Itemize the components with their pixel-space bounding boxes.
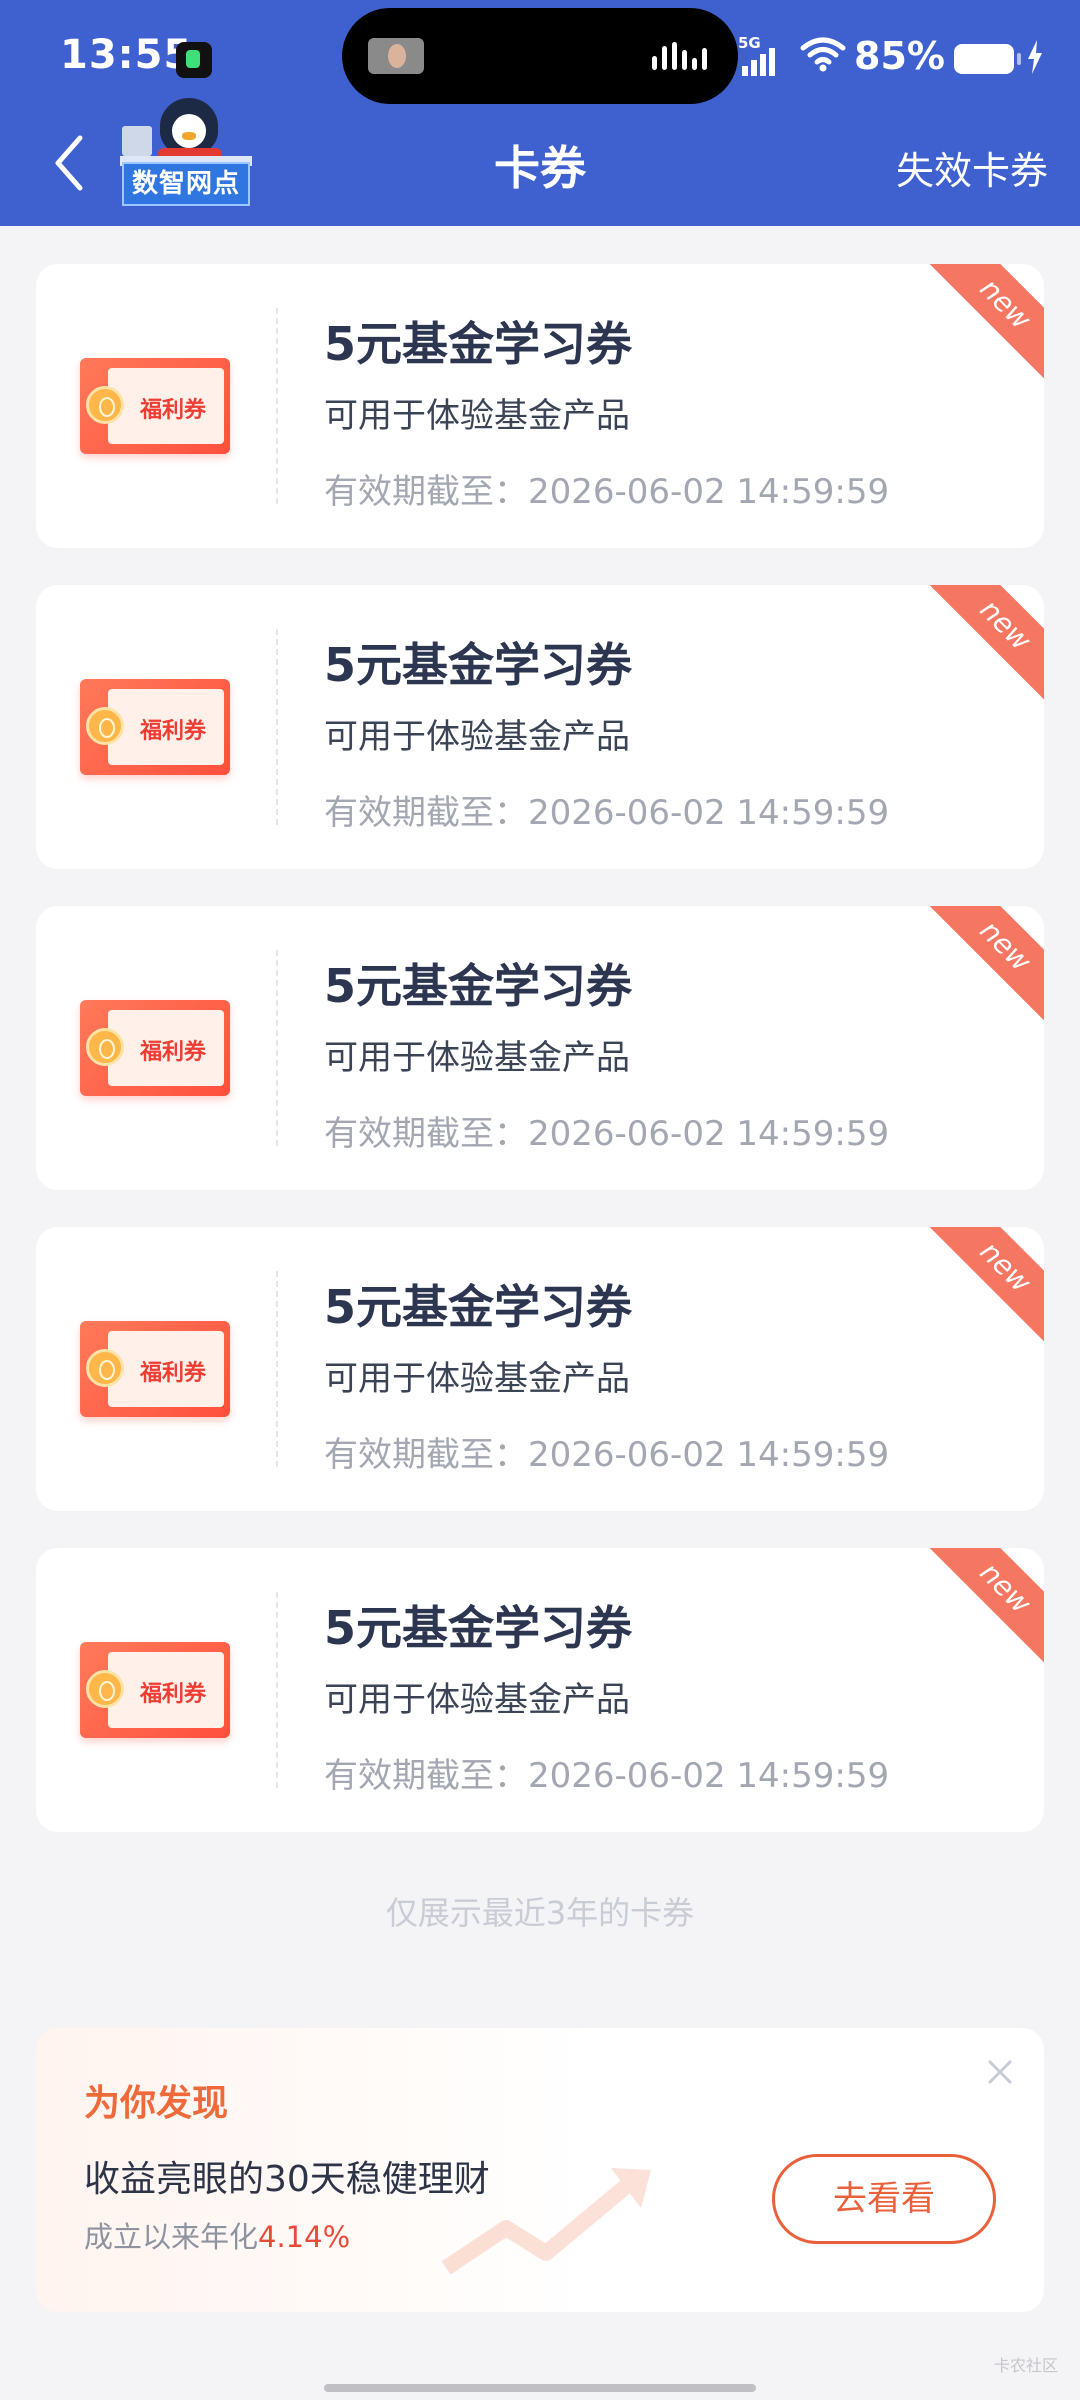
home-indicator[interactable] <box>324 2384 756 2392</box>
dashed-divider <box>276 1592 278 1788</box>
promo-card[interactable]: 为你发现 收益亮眼的30天稳健理财 成立以来年化4.14% 去看看 <box>36 2028 1044 2312</box>
coupon-art-label: 福利券 <box>140 398 207 423</box>
coupon-title: 5元基金学习券 <box>324 1280 633 1334</box>
dashed-divider <box>276 629 278 825</box>
coupon-card[interactable]: 福利券 5元基金学习券 可用于体验基金产品 有效期截至：2026-06-02 1… <box>36 1548 1044 1832</box>
list-footer-note: 仅展示最近3年的卡券 <box>385 1894 695 1932</box>
wifi-icon <box>800 37 846 72</box>
coupon-card[interactable]: 福利券 5元基金学习券 可用于体验基金产品 有效期截至：2026-06-02 1… <box>36 1227 1044 1511</box>
coin-icon <box>86 1028 124 1066</box>
coupon-card[interactable]: 福利券 5元基金学习券 可用于体验基金产品 有效期截至：2026-06-02 1… <box>36 264 1044 548</box>
dashed-divider <box>276 1271 278 1467</box>
new-badge: new <box>904 585 1044 725</box>
new-badge-label: new <box>973 271 1038 337</box>
new-badge: new <box>904 906 1044 1046</box>
new-badge: new <box>904 1548 1044 1688</box>
coupon-card[interactable]: 福利券 5元基金学习券 可用于体验基金产品 有效期截至：2026-06-02 1… <box>36 906 1044 1190</box>
coupon-art-label: 福利券 <box>140 1040 207 1065</box>
lightning-icon <box>1028 40 1042 74</box>
penguin-mascot-icon <box>160 98 218 154</box>
new-badge-label: new <box>973 592 1038 658</box>
coupon-description: 可用于体验基金产品 <box>324 1680 630 1720</box>
coin-icon <box>86 386 124 424</box>
coupon-expiry: 有效期截至：2026-06-02 14:59:59 <box>324 793 890 833</box>
coupon-title: 5元基金学习券 <box>324 638 633 692</box>
dashed-divider <box>276 308 278 504</box>
coupon-description: 可用于体验基金产品 <box>324 1359 630 1399</box>
expired-coupons-link[interactable]: 失效卡券 <box>896 140 1048 195</box>
logo-text: 数智网点 <box>122 162 250 206</box>
dashed-divider <box>276 950 278 1146</box>
mascot-logo: 数智网点 <box>120 98 252 214</box>
coupon-ticket-icon: 福利券 <box>80 358 230 454</box>
coupon-ticket-icon: 福利券 <box>80 1000 230 1096</box>
coupon-card[interactable]: 福利券 5元基金学习券 可用于体验基金产品 有效期截至：2026-06-02 1… <box>36 585 1044 869</box>
back-button[interactable] <box>40 128 100 198</box>
cellular-signal-icon: 5G <box>738 34 784 76</box>
coupon-ticket-icon: 福利券 <box>80 1321 230 1417</box>
coupon-art-label: 福利券 <box>140 1682 207 1707</box>
coupon-description: 可用于体验基金产品 <box>324 717 630 757</box>
coupon-ticket-icon: 福利券 <box>80 679 230 775</box>
coupon-expiry: 有效期截至：2026-06-02 14:59:59 <box>324 1756 890 1796</box>
promo-product-name: 收益亮眼的30天稳健理财 <box>84 2159 490 2200</box>
coupon-art-label: 福利券 <box>140 1361 207 1386</box>
battery-icon <box>954 44 1021 74</box>
view-button[interactable]: 去看看 <box>772 2154 996 2244</box>
status-time: 13:55 <box>60 32 193 78</box>
coupon-list: 福利券 5元基金学习券 可用于体验基金产品 有效期截至：2026-06-02 1… <box>36 264 1044 1869</box>
coupon-art-label: 福利券 <box>140 719 207 744</box>
video-thumbnail-icon <box>368 38 424 74</box>
coupon-ticket-icon: 福利券 <box>80 1642 230 1738</box>
promo-rate-label: 成立以来年化 <box>84 2220 259 2254</box>
coupon-description: 可用于体验基金产品 <box>324 1038 630 1078</box>
new-badge: new <box>904 1227 1044 1367</box>
dynamic-island[interactable] <box>342 8 738 104</box>
promo-rate: 成立以来年化4.14% <box>84 2214 350 2256</box>
coupon-title: 5元基金学习券 <box>324 959 633 1013</box>
header: 13:55 5G 85% 数智网点 卡券 失效卡券 <box>0 0 1080 226</box>
coupon-expiry: 有效期截至：2026-06-02 14:59:59 <box>324 472 890 512</box>
close-icon[interactable] <box>980 2052 1020 2092</box>
coin-icon <box>86 1349 124 1387</box>
music-app-icon <box>176 42 212 78</box>
audio-wave-icon <box>652 42 708 70</box>
new-badge-label: new <box>973 1555 1038 1621</box>
coupon-expiry: 有效期截至：2026-06-02 14:59:59 <box>324 1435 890 1475</box>
nav-bar: 数智网点 卡券 失效卡券 <box>0 98 1080 226</box>
laptop-icon <box>122 126 152 156</box>
watermark: 卡农社区 <box>993 2356 1058 2375</box>
coupon-title: 5元基金学习券 <box>324 317 633 371</box>
coupon-description: 可用于体验基金产品 <box>324 396 630 436</box>
new-badge-label: new <box>973 913 1038 979</box>
battery-percent: 85% <box>854 34 945 78</box>
coupon-title: 5元基金学习券 <box>324 1601 633 1655</box>
coupon-expiry: 有效期截至：2026-06-02 14:59:59 <box>324 1114 890 1154</box>
new-badge-label: new <box>973 1234 1038 1300</box>
new-badge: new <box>904 264 1044 404</box>
promo-rate-value: 4.14% <box>258 2220 351 2254</box>
coin-icon <box>86 707 124 745</box>
promo-heading: 为你发现 <box>84 2083 229 2124</box>
coin-icon <box>86 1670 124 1708</box>
